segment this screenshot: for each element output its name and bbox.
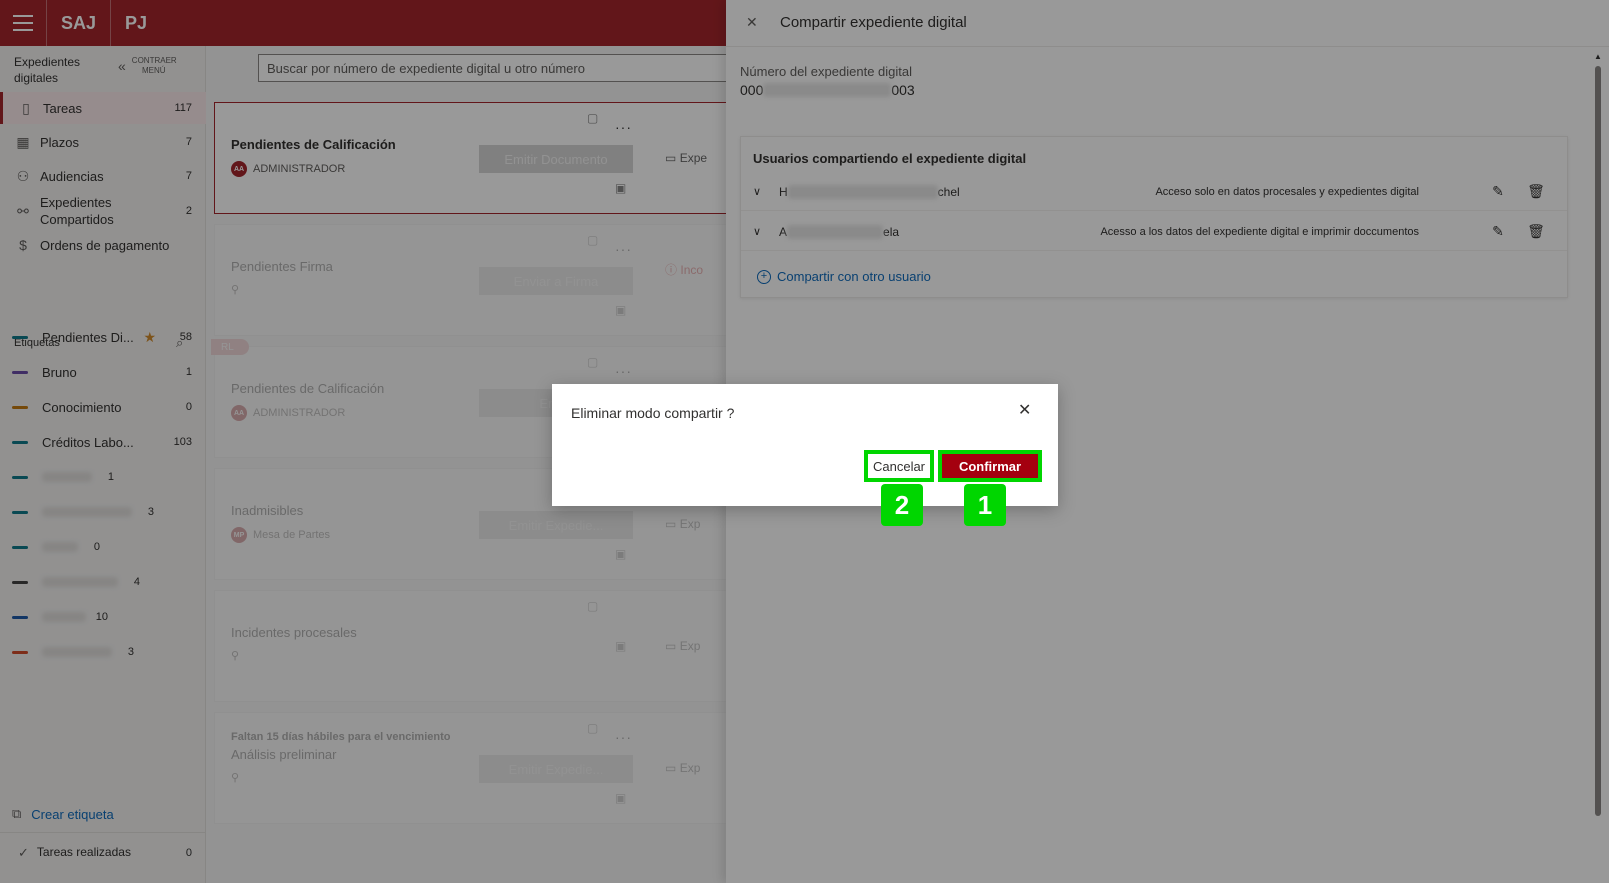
marker-confirm: 1: [964, 484, 1006, 526]
dialog-title: Eliminar modo compartir ?: [571, 405, 735, 421]
close-icon[interactable]: ✕: [1018, 400, 1031, 420]
confirm-button[interactable]: Confirmar: [938, 450, 1042, 482]
confirm-button-label: Confirmar: [942, 454, 1038, 478]
cancel-button[interactable]: Cancelar: [864, 450, 934, 482]
marker-cancel: 2: [881, 484, 923, 526]
